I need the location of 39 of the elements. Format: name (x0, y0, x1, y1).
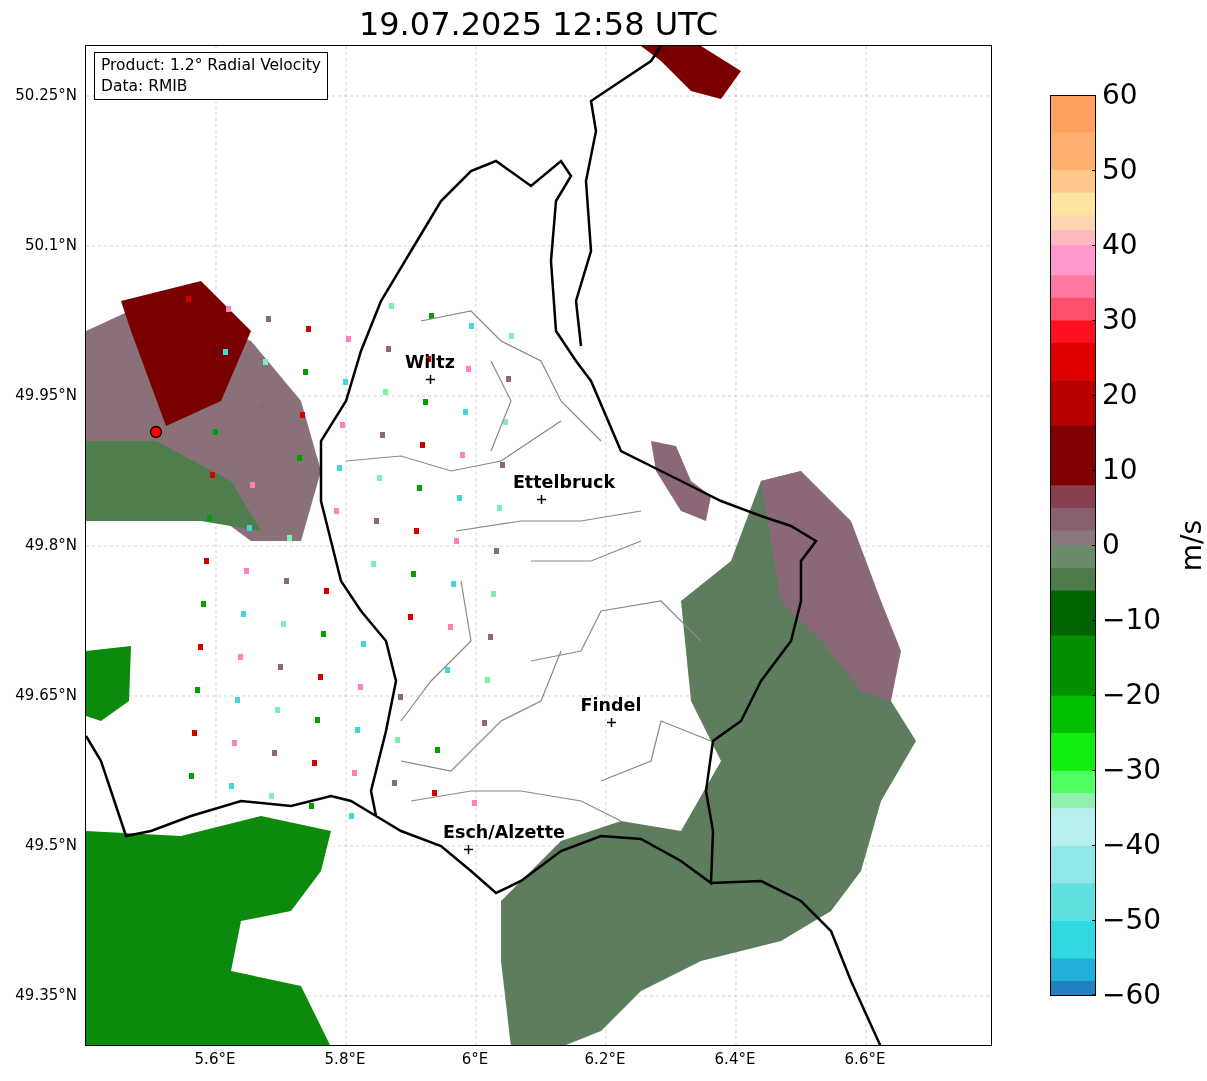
axis-tick-label: 49.95°N (15, 387, 77, 403)
axis-tick-label: 49.35°N (15, 987, 77, 1003)
axis-tick-label: 6.4°E (714, 1052, 756, 1067)
axis-tick-label: 5.6°E (194, 1052, 236, 1067)
colorbar-tick-label: 50 (1102, 156, 1138, 184)
axis-tick-label: 6.2°E (584, 1052, 626, 1067)
colorbar-tick-label: −50 (1102, 906, 1162, 934)
colorbar-tick-label: −40 (1102, 831, 1162, 859)
axis-tick-label: 50.25°N (15, 87, 77, 103)
city-marker-icon (463, 844, 473, 854)
colorbar-tick-label: 40 (1102, 231, 1138, 259)
radar-site-icon (149, 425, 163, 439)
colorbar-tick-label: −60 (1102, 981, 1162, 1009)
product-label: Product: 1.2° Radial Velocity (101, 55, 321, 76)
colorbar-tick-label: 30 (1102, 306, 1138, 334)
colorbar-label: m/s (1178, 519, 1206, 572)
colorbar-tick-label: 60 (1102, 81, 1138, 109)
city-label: Wiltz (405, 354, 455, 372)
colorbar-tick-label: −10 (1102, 606, 1162, 634)
axis-tick-label: 50.1°N (24, 237, 77, 253)
city-label: Ettelbruck (512, 474, 616, 492)
data-source-label: Data: RMIB (101, 76, 189, 97)
city-marker-icon (606, 717, 616, 727)
colorbar-tick-label: 10 (1102, 456, 1138, 484)
city-label: Esch/Alzette (443, 824, 565, 842)
colorbar-tick-label: 20 (1102, 381, 1138, 409)
axis-tick-label: 6°E (461, 1052, 489, 1067)
colorbar-tick-label: −30 (1102, 756, 1162, 784)
plot-title: 19.07.2025 12:58 UTC (358, 5, 719, 40)
axis-tick-label: 49.65°N (15, 687, 77, 703)
axis-tick-label: 49.8°N (24, 537, 77, 553)
colorbar-tick-label: −20 (1102, 681, 1162, 709)
axis-tick-label: 49.5°N (24, 837, 77, 853)
city-marker-icon (536, 494, 546, 504)
colorbar-tick-label: 0 (1102, 531, 1120, 559)
axis-tick-label: 6.6°E (844, 1052, 886, 1067)
city-marker-icon (425, 374, 435, 384)
city-label: Findel (580, 697, 642, 715)
axis-tick-label: 5.8°E (324, 1052, 366, 1067)
